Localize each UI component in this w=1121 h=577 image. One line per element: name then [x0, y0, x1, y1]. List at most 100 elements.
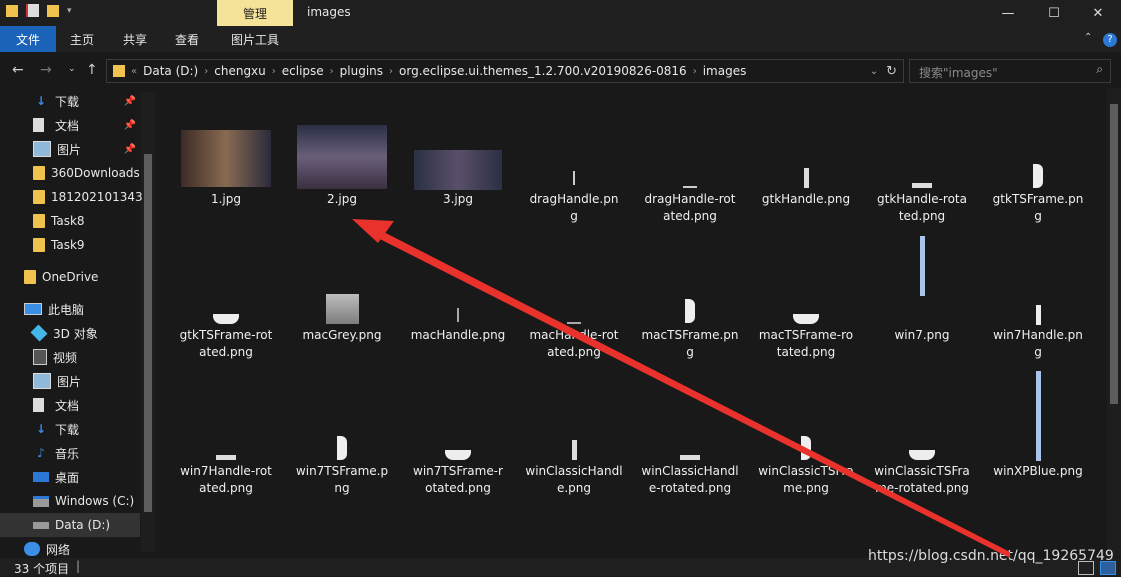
file-item[interactable]: gtkHandle.png — [750, 191, 862, 208]
chevron-down-icon[interactable]: ▾ — [67, 6, 72, 16]
sidebar-item-documents-pc[interactable]: 文档 — [0, 393, 156, 417]
breadcrumb-images[interactable]: images — [703, 64, 747, 78]
sidebar-item-pictures[interactable]: 图片 📌 — [0, 137, 156, 161]
pin-icon[interactable]: 📌 — [124, 144, 136, 155]
image-thumbnail[interactable] — [1035, 371, 1041, 461]
file-item[interactable]: dragHandle.pn g — [518, 191, 630, 225]
sidebar-item-music[interactable]: ♪ 音乐 — [0, 441, 156, 465]
image-thumbnail[interactable] — [912, 183, 932, 188]
file-item[interactable]: 3.jpg — [402, 191, 514, 208]
breadcrumb-drive[interactable]: Data (D:) — [143, 64, 198, 78]
back-arrow-icon[interactable]: ← — [12, 62, 24, 78]
chevron-up-icon[interactable]: ⌃ — [1084, 32, 1092, 43]
image-thumbnail[interactable] — [213, 314, 239, 324]
sidebar-item-181202101343[interactable]: 181202101343 — [0, 185, 156, 209]
file-item[interactable]: gtkTSFrame-rot ated.png — [170, 327, 282, 361]
file-item[interactable]: win7TSFrame.p ng — [286, 463, 398, 497]
file-item[interactable]: dragHandle-rot ated.png — [634, 191, 746, 225]
up-arrow-icon[interactable]: ↑ — [86, 62, 98, 78]
file-item[interactable]: win7Handle.pn g — [982, 327, 1094, 361]
overflow-chevron[interactable]: « — [131, 66, 137, 77]
file-item[interactable]: win7Handle-rot ated.png — [170, 463, 282, 497]
file-item[interactable]: macGrey.png — [286, 327, 398, 344]
content-scrollbar[interactable] — [1107, 88, 1121, 556]
image-thumbnail[interactable] — [445, 450, 471, 460]
file-item[interactable]: winXPBlue.png — [982, 463, 1094, 480]
help-icon[interactable]: ? — [1103, 33, 1117, 47]
scrollbar-thumb[interactable] — [1110, 104, 1118, 404]
file-item[interactable]: win7TSFrame-r otated.png — [402, 463, 514, 497]
close-button[interactable]: ✕ — [1075, 0, 1121, 26]
file-item[interactable]: gtkTSFrame.pn g — [982, 191, 1094, 225]
tab-share[interactable]: 共享 — [111, 26, 159, 52]
sidebar-item-onedrive[interactable]: OneDrive — [0, 265, 156, 289]
file-item[interactable]: winClassicHandl e-rotated.png — [634, 463, 746, 497]
address-bar[interactable]: « Data (D:) › chengxu › eclipse › plugin… — [106, 59, 904, 83]
folder-icon[interactable] — [6, 4, 18, 17]
search-input[interactable]: 搜索"images" — [919, 64, 998, 81]
image-thumbnail[interactable] — [685, 299, 695, 323]
recent-chevron-icon[interactable]: ⌄ — [68, 64, 76, 74]
breadcrumb-themes[interactable]: org.eclipse.ui.themes_1.2.700.v20190826-… — [399, 64, 687, 78]
image-thumbnail[interactable] — [1035, 305, 1041, 325]
sidebar-item-downloads[interactable]: ↓ 下载 📌 — [0, 89, 156, 113]
new-folder-icon[interactable] — [47, 4, 59, 17]
file-item[interactable]: 2.jpg — [286, 191, 398, 208]
file-item[interactable]: macHandle.png — [402, 327, 514, 344]
image-thumbnail[interactable] — [573, 171, 575, 185]
sidebar-item-drive-d[interactable]: Data (D:) — [0, 513, 140, 537]
minimize-button[interactable]: — — [985, 0, 1031, 26]
sidebar-item-3d-objects[interactable]: 3D 对象 — [0, 321, 156, 345]
pin-icon[interactable]: 📌 — [124, 96, 136, 107]
tab-home[interactable]: 主页 — [58, 26, 106, 52]
file-item[interactable]: macTSFrame-ro tated.png — [750, 327, 862, 361]
image-thumbnail[interactable] — [919, 236, 925, 296]
sidebar-item-360downloads[interactable]: 360Downloads — [0, 161, 156, 185]
file-item[interactable]: macHandle-rot ated.png — [518, 327, 630, 361]
photo-thumbnail[interactable] — [297, 125, 387, 189]
sidebar-item-drive-c[interactable]: Windows (C:) — [0, 489, 156, 513]
chevron-down-icon[interactable]: ⌄ — [870, 66, 878, 77]
breadcrumb-chengxu[interactable]: chengxu — [214, 64, 266, 78]
image-thumbnail[interactable] — [1033, 164, 1043, 188]
file-item[interactable]: gtkHandle-rota ted.png — [866, 191, 978, 225]
tab-view[interactable]: 查看 — [163, 26, 211, 52]
sidebar-item-task9[interactable]: Task9 — [0, 233, 156, 257]
image-thumbnail[interactable] — [801, 436, 811, 460]
sidebar-item-videos[interactable]: 视频 — [0, 345, 156, 369]
breadcrumb-eclipse[interactable]: eclipse — [282, 64, 324, 78]
photo-thumbnail[interactable] — [414, 150, 502, 190]
image-thumbnail[interactable] — [216, 455, 236, 460]
image-thumbnail[interactable] — [793, 314, 819, 324]
properties-icon[interactable] — [26, 4, 39, 17]
image-thumbnail[interactable] — [909, 450, 935, 460]
maximize-button[interactable]: ☐ — [1031, 0, 1077, 26]
tab-file[interactable]: 文件 — [0, 26, 56, 52]
image-thumbnail[interactable] — [683, 186, 697, 188]
sidebar-item-documents[interactable]: 文档 📌 — [0, 113, 156, 137]
context-tab-manage[interactable]: 管理 — [217, 0, 293, 26]
refresh-icon[interactable]: ↻ — [886, 64, 897, 79]
image-thumbnail[interactable] — [325, 294, 359, 324]
sidebar-item-network[interactable]: 网络 — [0, 540, 156, 558]
search-box[interactable]: 搜索"images" ⌕ — [909, 59, 1111, 83]
image-thumbnail[interactable] — [680, 455, 700, 460]
tab-picture-tools[interactable]: 图片工具 — [219, 26, 291, 52]
image-thumbnail[interactable] — [567, 322, 581, 324]
file-item[interactable]: winClassicHandl e.png — [518, 463, 630, 497]
sidebar-item-desktop[interactable]: 桌面 — [0, 465, 156, 489]
forward-arrow-icon[interactable]: → — [40, 62, 52, 78]
sidebar-item-pictures-pc[interactable]: 图片 — [0, 369, 156, 393]
file-item[interactable]: winClassicTSFra me-rotated.png — [866, 463, 978, 497]
photo-thumbnail[interactable] — [181, 130, 271, 187]
image-thumbnail[interactable] — [571, 440, 577, 460]
image-thumbnail[interactable] — [457, 308, 459, 322]
file-item[interactable]: macTSFrame.pn g — [634, 327, 746, 361]
file-item[interactable]: winClassicTSFra me.png — [750, 463, 862, 497]
sidebar-item-downloads-pc[interactable]: ↓ 下载 — [0, 417, 156, 441]
sidebar-item-this-pc[interactable]: 此电脑 — [0, 297, 156, 321]
image-thumbnail[interactable] — [803, 168, 809, 188]
file-item[interactable]: 1.jpg — [170, 191, 282, 208]
file-item[interactable]: win7.png — [866, 327, 978, 344]
image-thumbnail[interactable] — [337, 436, 347, 460]
